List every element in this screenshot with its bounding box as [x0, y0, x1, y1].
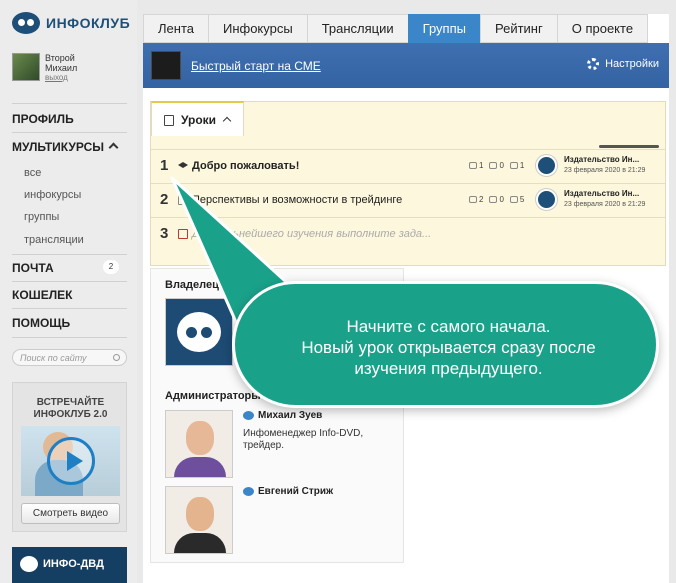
tab-infocourses[interactable]: Инфокурсы [207, 14, 307, 43]
gear-icon [587, 58, 600, 70]
author-avatar[interactable] [536, 155, 557, 176]
owner-section-title: Владелец группы [165, 279, 262, 291]
lesson-date: 23 февраля 2020 в 21:29 [564, 167, 646, 174]
group-thumbnail[interactable] [151, 51, 181, 80]
sidebar-subitem-groups[interactable]: группы [24, 211, 59, 223]
lesson-stats: 2 0 5 [469, 195, 524, 204]
admins-section-title: Администраторы [165, 390, 261, 402]
infodvd-banner[interactable]: ИНФО-ДВД [12, 547, 127, 583]
chevron-up-icon [108, 142, 119, 153]
user-last-name[interactable]: Михаил [45, 63, 77, 73]
lesson-number: 2 [160, 191, 169, 208]
task-icon [178, 229, 188, 239]
admin-photo[interactable] [165, 486, 233, 554]
chevron-up-icon [222, 116, 232, 126]
author-avatar[interactable] [536, 189, 557, 210]
lesson-title[interactable]: Добро пожаловать! [192, 160, 299, 172]
search-input[interactable]: Поиск по сайту [12, 349, 127, 366]
promo-panel: ВСТРЕЧАЙТЕ ИНФОКЛУБ 2.0 Смотреть видео [12, 382, 127, 532]
user-icon [469, 162, 477, 169]
group-title-link[interactable]: Быстрый старт на СМЕ [191, 59, 321, 73]
play-icon[interactable] [47, 437, 95, 485]
admin-description: Инфоменеджер Info-DVD, трейдер. [243, 428, 364, 451]
search-placeholder: Поиск по сайту [20, 353, 87, 363]
author-name[interactable]: Издательство Ин... [564, 189, 639, 198]
top-tabs: Лента Инфокурсы Трансляции Группы Рейтин… [143, 14, 649, 43]
tab-groups[interactable]: Группы [407, 14, 480, 43]
watch-video-button[interactable]: Смотреть видео [21, 503, 120, 524]
divider [12, 337, 127, 338]
logo[interactable]: ИНФОКЛУБ [12, 12, 130, 34]
logo-text: ИНФОКЛУБ [46, 15, 131, 31]
sidebar-item-wallet[interactable]: КОШЕЛЕК [12, 288, 72, 302]
sidebar-subitem-infocourses[interactable]: инфокурсы [24, 189, 81, 201]
user-icon [469, 196, 477, 203]
promo-title: ВСТРЕЧАЙТЕ ИНФОКЛУБ 2.0 [33, 397, 108, 420]
promo-video-thumbnail[interactable] [21, 426, 120, 496]
graduation-cap-icon [178, 162, 188, 168]
settings-label: Настройки [605, 58, 659, 70]
divider [12, 132, 127, 133]
comment-icon [489, 196, 498, 203]
lesson-title[interactable]: Перспективы и возможности в трейдинге [192, 194, 402, 206]
tutorial-callout: Начните с самого начала. Новый урок откр… [232, 281, 659, 408]
sidebar-subitem-all[interactable]: все [24, 167, 41, 179]
lessons-tab[interactable]: Уроки [151, 101, 244, 136]
lesson-row[interactable]: 2 Перспективы и возможности в трейдинге … [151, 183, 665, 216]
owl-logo-icon [20, 556, 38, 572]
sidebar-subitem-broadcasts[interactable]: трансляции [24, 234, 84, 246]
owner-logo[interactable] [165, 298, 233, 366]
lesson-row[interactable]: 3 Для дальнейшего изучения выполните зад… [151, 217, 665, 250]
eye-icon [509, 196, 518, 203]
document-icon [178, 195, 188, 205]
sidebar-item-profile[interactable]: ПРОФИЛЬ [12, 112, 74, 126]
tab-rating[interactable]: Рейтинг [479, 14, 557, 43]
sidebar-item-label: МУЛЬТИКУРСЫ [12, 140, 104, 154]
lessons-label: Уроки [181, 113, 217, 127]
eye-icon [509, 162, 518, 169]
admin-photo[interactable] [165, 410, 233, 478]
divider [12, 254, 127, 255]
sidebar-item-multicourses[interactable]: МУЛЬТИКУРСЫ [12, 140, 119, 154]
mail-count-badge: 2 [103, 260, 119, 274]
user-first-name[interactable]: Второй [45, 53, 77, 63]
sidebar-item-mail[interactable]: ПОЧТА [12, 261, 54, 275]
avatar[interactable] [12, 53, 40, 81]
owl-icon [243, 411, 254, 420]
tab-about[interactable]: О проекте [556, 14, 649, 43]
logout-link[interactable]: выход [45, 73, 77, 83]
infodvd-text: ИНФО-ДВД [43, 558, 104, 570]
lesson-number: 3 [160, 225, 169, 242]
tab-broadcasts[interactable]: Трансляции [306, 14, 408, 43]
lesson-date: 23 февраля 2020 в 21:29 [564, 201, 646, 208]
sidebar: ИНФОКЛУБ Второй Михаил выход ПРОФИЛЬ МУЛ… [0, 0, 137, 583]
divider [12, 103, 127, 104]
lesson-number: 1 [160, 157, 169, 174]
user-panel: Второй Михаил выход [12, 53, 77, 83]
admin-name: Евгений Стриж [258, 486, 334, 497]
admin-name-link[interactable]: Михаил Зуев [243, 410, 322, 421]
owl-logo-icon [177, 312, 221, 352]
search-icon[interactable] [113, 354, 120, 361]
comment-icon [489, 162, 498, 169]
settings-button[interactable]: Настройки [587, 58, 659, 70]
lesson-stats: 1 0 1 [469, 161, 524, 170]
admin-name-link[interactable]: Евгений Стриж [243, 486, 333, 497]
owl-icon [243, 487, 254, 496]
lesson-row[interactable]: 1 Добро пожаловать! 1 0 1 Издательство И… [151, 149, 665, 182]
lessons-icon [164, 115, 174, 126]
lessons-panel: Уроки 1 Добро пожаловать! 1 0 1 Издатель… [150, 101, 666, 266]
group-banner: Быстрый старт на СМЕ Настройки [143, 43, 669, 88]
tab-feed[interactable]: Лента [143, 14, 208, 43]
admin-name: Михаил Зуев [258, 410, 323, 421]
progress-bar [599, 145, 659, 148]
lesson-title[interactable]: Для дальнейшего изучения выполните зада.… [192, 228, 431, 240]
callout-text: Начните с самого начала. Новый урок откр… [301, 317, 596, 378]
divider [12, 308, 127, 309]
sidebar-item-help[interactable]: ПОМОЩЬ [12, 316, 70, 330]
owl-logo-icon [12, 12, 40, 34]
divider [12, 281, 127, 282]
author-name[interactable]: Издательство Ин... [564, 155, 639, 164]
